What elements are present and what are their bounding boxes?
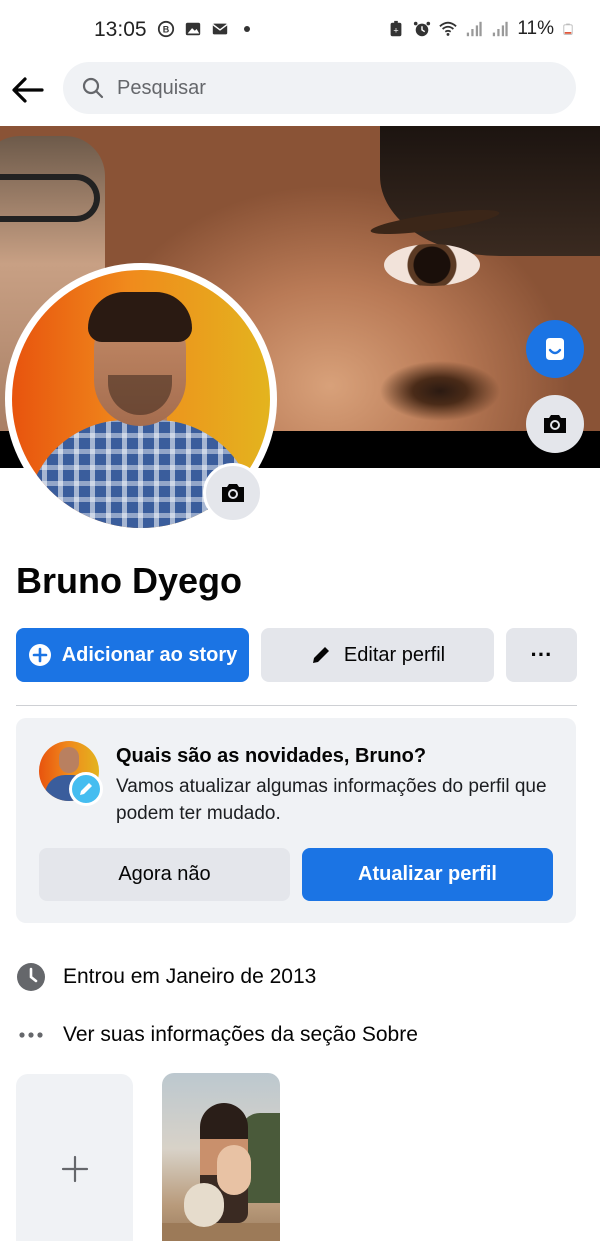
featured-photo-sand [162, 1223, 280, 1241]
add-featured-button[interactable] [16, 1074, 133, 1241]
mail-icon [212, 23, 228, 35]
cover-photo-eye [384, 244, 480, 286]
more-icon: ··· [530, 642, 553, 667]
search-bar[interactable] [63, 62, 576, 114]
battery-percent: 11% [517, 18, 554, 39]
featured-photo-baby [217, 1145, 251, 1195]
not-now-button[interactable]: Agora não [39, 848, 290, 901]
update-profile-card: Quais são as novidades, Bruno? Vamos atu… [16, 718, 576, 923]
divider [16, 705, 577, 706]
update-card-title: Quais são as novidades, Bruno? [116, 745, 427, 767]
edit-profile-picture-button[interactable] [203, 463, 263, 523]
joined-text: Entrou em Janeiro de 2013 [63, 965, 317, 988]
svg-text:B: B [163, 25, 170, 35]
more-options-button[interactable]: ··· [506, 628, 577, 682]
clock-icon [16, 962, 46, 992]
camera-icon [222, 484, 244, 502]
battery-icon [563, 23, 573, 35]
pencil-badge-icon [69, 772, 103, 806]
profile-name: Bruno Dyego [16, 560, 243, 601]
pencil-icon [312, 647, 329, 663]
edit-cover-button[interactable] [526, 395, 584, 453]
alarm-icon [414, 21, 431, 37]
update-card-text: Vamos atualizar algumas informações do p… [116, 776, 547, 824]
dot-icon [244, 26, 250, 32]
search-icon [82, 77, 104, 99]
cover-photo-glasses [0, 174, 100, 222]
about-text: Ver suas informações da seção Sobre [63, 1023, 418, 1046]
wifi-icon [439, 21, 458, 36]
status-bar: 13:05 B + 11% [0, 0, 600, 60]
pencil-icon [80, 783, 92, 795]
add-to-story-label: Adicionar ao story [61, 643, 238, 666]
edit-profile-label: Editar perfil [343, 643, 446, 666]
battery-saver-icon: + [390, 20, 402, 37]
camera-icon [544, 415, 566, 433]
bixby-icon: B [157, 20, 175, 38]
svg-text:+: + [394, 26, 399, 36]
joined-info: Entrou em Janeiro de 2013 [16, 962, 316, 992]
plus-circle-icon [28, 644, 51, 666]
search-input[interactable] [117, 76, 517, 100]
cover-photo-hair [380, 126, 600, 256]
update-profile-button[interactable]: Atualizar perfil [302, 848, 553, 901]
plus-icon [61, 1155, 88, 1183]
about-link[interactable]: Ver suas informações da seção Sobre [16, 1020, 418, 1050]
profile-picture-hair [88, 292, 192, 342]
add-to-story-button[interactable]: Adicionar ao story [16, 628, 249, 682]
edit-profile-button[interactable]: Editar perfil [261, 628, 494, 682]
avatar-button[interactable] [526, 320, 584, 378]
ellipsis-icon [16, 1020, 46, 1050]
featured-photo[interactable] [162, 1073, 280, 1241]
signal-icon [467, 21, 483, 37]
signal-icon [493, 21, 509, 37]
status-right: + 11% [387, 18, 574, 40]
avatar-icon [546, 338, 564, 360]
status-left-icons: B [157, 20, 250, 38]
featured-photo-dog [184, 1183, 224, 1227]
gallery-icon [185, 22, 201, 36]
back-arrow-icon[interactable] [10, 72, 46, 108]
avatar-face [59, 747, 79, 773]
status-time: 13:05 [94, 18, 147, 41]
